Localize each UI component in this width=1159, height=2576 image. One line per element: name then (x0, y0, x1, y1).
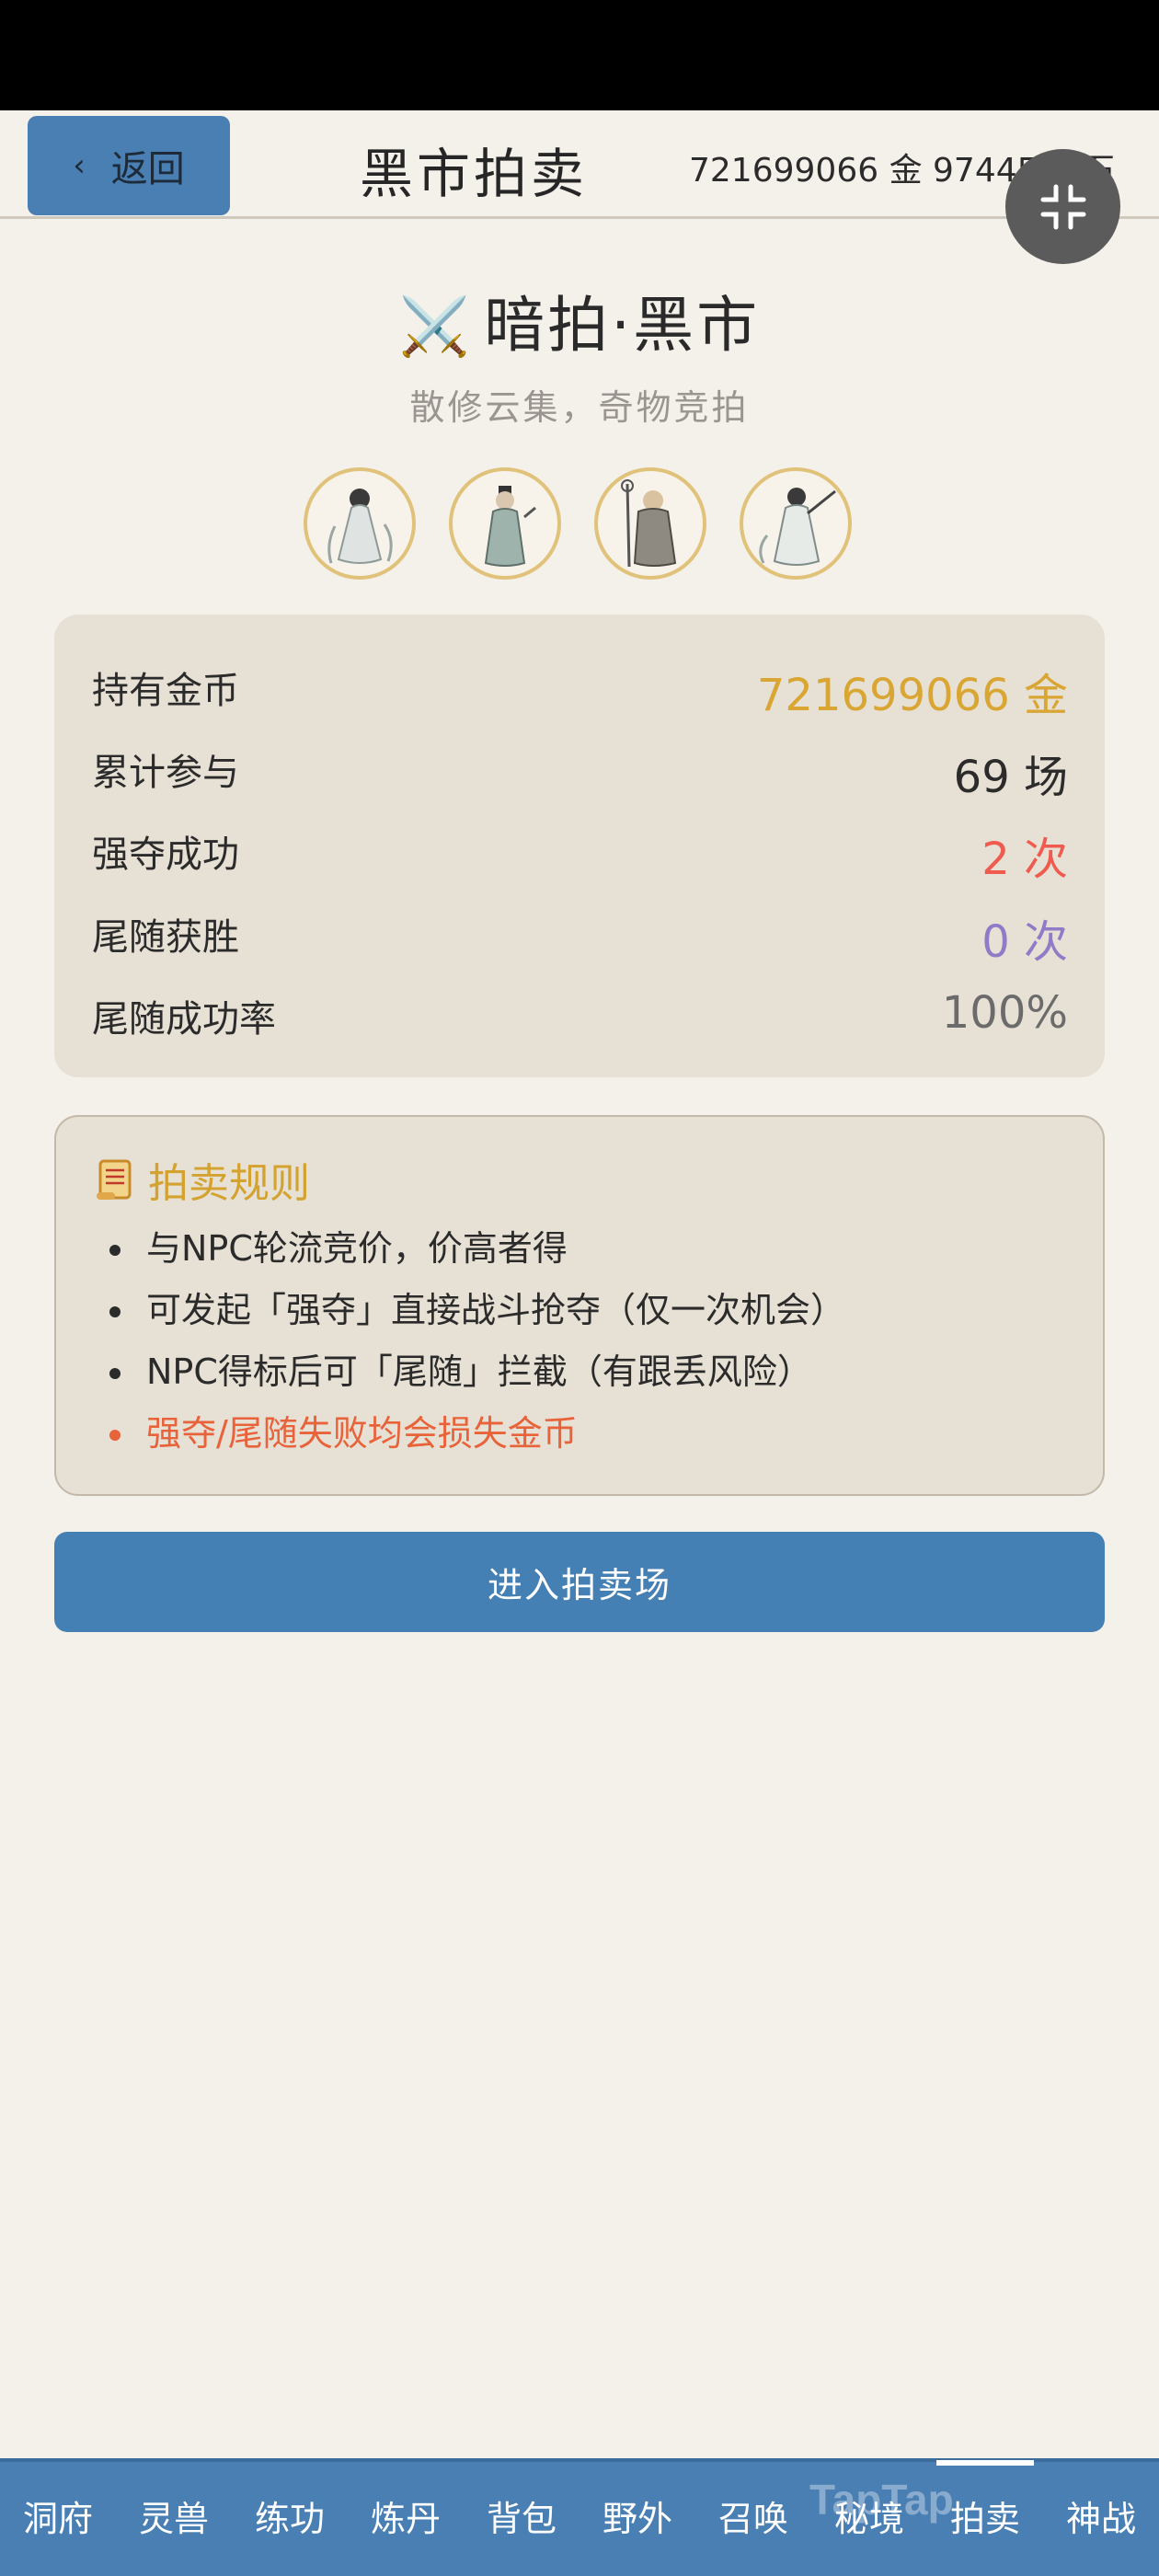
rules-list: 与NPC轮流竞价，价高者得 可发起「强夺」直接战斗抢夺（仅一次机会） NPC得标… (104, 1218, 845, 1465)
stat-value: 0 次 (981, 916, 1068, 968)
rule-item-warning: 强夺/尾随失败均会损失金币 (104, 1403, 845, 1465)
stats-card: 持有金币 721699066 金 累计参与 69 场 强夺成功 2 次 尾随获胜… (54, 615, 1105, 1077)
nav-item-divine-war[interactable]: 神战 (1043, 2460, 1159, 2576)
nav-item-cave[interactable]: 洞府 (0, 2460, 116, 2576)
npc-avatar-scholar (449, 467, 561, 580)
stat-label: 累计参与 (92, 752, 239, 794)
nav-item-spirit-beast[interactable]: 灵兽 (116, 2460, 232, 2576)
page-title: 黑市拍卖 (359, 143, 588, 205)
nav-item-auction[interactable]: 拍卖 (927, 2460, 1043, 2576)
rules-title: 拍卖规则 (95, 1150, 310, 1209)
chevron-left-icon: ‹ (73, 147, 86, 184)
stat-value: 2 次 (981, 834, 1068, 885)
rule-item: 可发起「强夺」直接战斗抢夺（仅一次机会） (104, 1280, 845, 1341)
nav-item-wild[interactable]: 野外 (580, 2460, 695, 2576)
bottom-nav: 洞府 灵兽 练功 炼丹 背包 野外 召唤 秘境 拍卖 神战 (0, 2458, 1159, 2576)
header: ‹ 返回 黑市拍卖 721699066 金 97445 灵石 (0, 110, 1159, 219)
stat-row-participations: 累计参与 69 场 (92, 735, 1068, 803)
stat-label: 持有金币 (92, 670, 239, 712)
nav-item-alchemy[interactable]: 炼丹 (348, 2460, 464, 2576)
crossed-swords-icon: ⚔️ (398, 293, 474, 360)
stat-value: 69 场 (953, 752, 1068, 803)
nav-item-bag[interactable]: 背包 (464, 2460, 580, 2576)
rule-item: NPC得标后可「尾随」拦截（有跟丢风险） (104, 1341, 845, 1403)
npc-avatar-swordsman (740, 467, 852, 580)
collapse-icon (1040, 184, 1085, 229)
stat-value: 100% (941, 987, 1068, 1039)
hero-title: ⚔️ 暗拍·黑市 (0, 276, 1159, 364)
enter-auction-button[interactable]: 进入拍卖场 (54, 1532, 1105, 1632)
rules-card: 拍卖规则 与NPC轮流竞价，价高者得 可发起「强夺」直接战斗抢夺（仅一次机会） … (54, 1115, 1105, 1496)
stat-label: 尾随获胜 (92, 916, 239, 959)
back-button[interactable]: ‹ 返回 (28, 116, 230, 215)
rule-item: 与NPC轮流竞价，价高者得 (104, 1218, 845, 1280)
nav-item-secret-realm[interactable]: 秘境 (811, 2460, 927, 2576)
stat-row-gold: 持有金币 721699066 金 (92, 653, 1068, 721)
status-bar (0, 0, 1159, 110)
stat-row-follow-wins: 尾随获胜 0 次 (92, 900, 1068, 968)
nav-item-summon[interactable]: 召唤 (695, 2460, 811, 2576)
stat-value: 721699066 金 (756, 670, 1068, 721)
rules-title-text: 拍卖规则 (148, 1160, 310, 1207)
back-button-label: 返回 (110, 148, 185, 190)
collapse-fullscreen-button[interactable] (1005, 149, 1120, 264)
npc-avatar-monk (594, 467, 706, 580)
stat-label: 强夺成功 (92, 834, 239, 876)
npc-avatar-row (304, 467, 852, 580)
stat-row-follow-rate: 尾随成功率 100% (92, 982, 1068, 1046)
npc-avatar-female-cultivator (304, 467, 416, 580)
hero-subtitle: 散修云集，奇物竞拍 (409, 387, 750, 428)
nav-item-training[interactable]: 练功 (232, 2460, 348, 2576)
scroll-icon (97, 1159, 132, 1200)
stat-label: 尾随成功率 (92, 998, 276, 1041)
hero-title-text: 暗拍·黑市 (484, 290, 761, 361)
stat-row-seize-success: 强夺成功 2 次 (92, 817, 1068, 885)
